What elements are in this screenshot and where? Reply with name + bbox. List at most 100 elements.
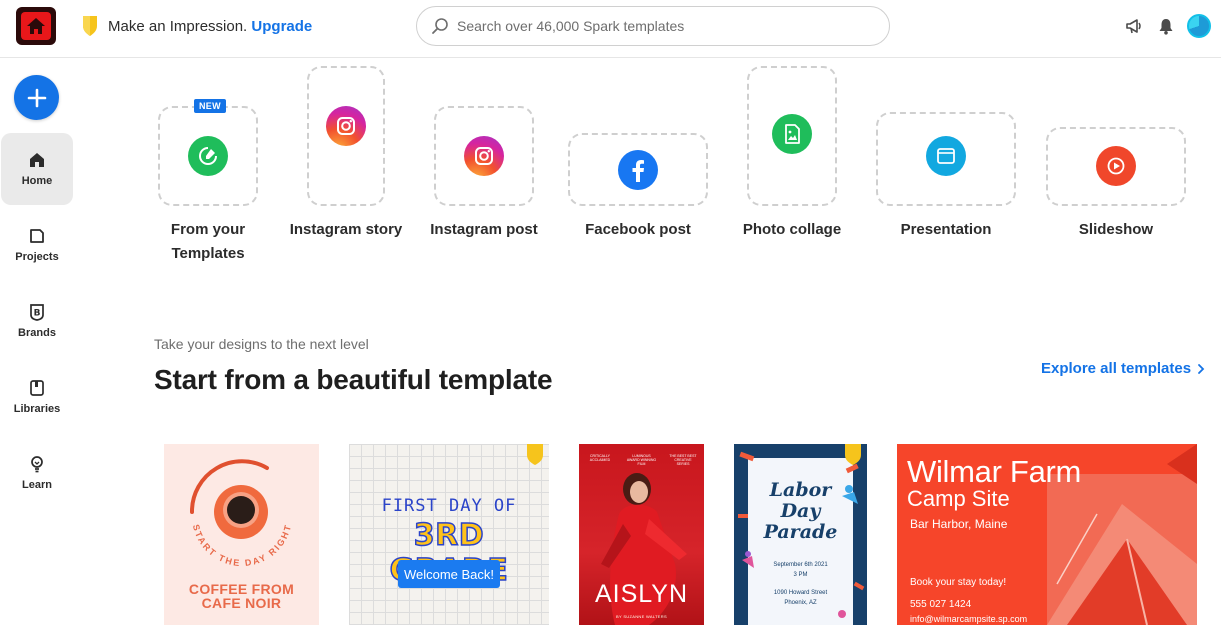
upgrade-link[interactable]: Upgrade [251,18,312,35]
megaphone-icon[interactable] [1123,15,1145,37]
sidebar-item-home[interactable]: Home [1,133,73,205]
premium-shield-icon [845,444,861,465]
labor-line: Day [780,500,821,522]
wilmar-email: info@wilmarcampsite.sp.com [910,614,1028,624]
wilmar-title1: Wilmar Farm [907,454,1082,489]
slideshow-icon [1096,145,1136,186]
quick-action-label: Instagram story [289,221,403,238]
search-icon [432,18,448,34]
create-button[interactable] [14,75,59,120]
quick-action-slideshow[interactable]: Slideshow [1046,127,1186,238]
explore-all-templates-link[interactable]: Explore all templates [1041,360,1205,377]
section-title: Start from a beautiful template [154,364,553,395]
labor-street-text: 1090 Howard Street [773,590,828,596]
labor-title: Labor Day Parade [734,480,867,543]
sidebar-item-learn[interactable]: Learn [1,437,73,509]
quick-action-instagram-post[interactable]: Instagram post [430,106,538,238]
aislyn-name: AISLYN [594,580,689,608]
sidebar: Home Projects B Brands Libraries Learn [0,58,74,625]
template-card-aislyn[interactable]: CRITICALLY ACCLAIMED LUMINOUS AWARD WINN… [579,444,704,625]
facebook-icon [618,149,658,190]
aislyn-byline: BY SUZANNE WALTERS [616,614,667,619]
sidebar-item-libraries[interactable]: Libraries [1,361,73,433]
wilmar-phone: 555 027 1424 [910,599,972,610]
quick-action-tile [568,133,708,206]
quick-action-label: From your Templates [158,218,258,266]
premium-shield-icon [527,444,543,465]
labor-datetime: September 6th 2021 3 PM [734,560,867,580]
grade-line1: FIRST DAY OF [381,496,517,516]
home-icon [30,153,44,167]
plus-icon [27,88,46,107]
template-card-grade[interactable]: FIRST DAY OF 3RD GRADE Welcome Back! [349,444,549,625]
chevron-right-icon [1198,363,1205,374]
quick-action-label-line: Templates [171,245,245,262]
labor-address: 1090 Howard Street Phoenix, AZ [734,588,867,608]
quick-action-tile [307,66,385,206]
quick-action-instagram-story[interactable]: Instagram story [290,66,402,238]
quick-action-presentation[interactable]: Presentation [876,112,1016,238]
quick-action-label: Presentation [900,221,992,238]
quick-action-label-line: From your [170,221,246,238]
quick-action-tile: NEW [158,99,258,206]
instagram-icon [326,106,366,146]
quick-action-tile [747,66,837,206]
sidebar-item-label: Home [21,175,53,187]
instagram-icon [464,136,504,176]
quick-action-tile [876,112,1016,206]
template-card-wilmar-farm[interactable]: Wilmar Farm Camp Site Bar Harbor, Maine … [897,444,1197,625]
quick-action-tile [1046,127,1186,206]
photo-collage-icon [772,114,812,154]
avatar[interactable] [1187,14,1211,38]
premium-shield-icon [83,16,97,36]
template-card-labor-day[interactable]: Labor Day Parade September 6th 2021 3 PM… [734,444,867,625]
sidebar-item-label: Libraries [13,403,61,415]
home-logo [21,12,51,40]
labor-city-text: Phoenix, AZ [784,600,817,606]
search-bar[interactable] [416,6,890,46]
quick-action-facebook-post[interactable]: Facebook post [568,133,708,238]
coffee-line: COFFEE FROM [188,581,295,597]
wilmar-booking: Book your stay today! [910,577,1007,588]
lightbulb-icon [31,456,43,473]
sidebar-item-label: Learn [22,479,52,491]
libraries-icon [30,380,44,396]
labor-line: Labor [769,479,832,501]
coffee-cup-illustration: START THE DAY RIGHT [189,459,291,568]
wilmar-title2: Camp Site [907,486,1010,511]
new-badge: NEW [194,99,226,113]
search-input[interactable] [457,18,857,34]
quick-action-tile [434,106,534,206]
explore-label: Explore all templates [1041,360,1192,377]
sidebar-item-label: Brands [18,327,56,339]
labor-line: Parade [763,521,838,543]
app-logo-icon[interactable] [16,7,56,45]
upgrade-promo: Make an Impression. Upgrade [108,18,312,35]
promo-text: Make an Impression. [108,18,248,35]
labor-date-text: September 6th 2021 [773,562,828,568]
sidebar-item-projects[interactable]: Projects [1,209,73,281]
wilmar-location: Bar Harbor, Maine [910,517,1008,531]
quick-action-label: Slideshow [1078,221,1154,238]
template-card-coffee[interactable]: START THE DAY RIGHT COFFEE FROM CAFE NOI… [164,444,319,625]
templates-icon [188,136,228,176]
sidebar-item-brands[interactable]: B Brands [1,285,73,357]
quick-action-label: Facebook post [585,221,691,238]
labor-time-text: 3 PM [793,572,808,578]
projects-icon [30,229,44,243]
coffee-title: COFFEE FROM CAFE NOIR [164,582,319,610]
top-right-icons [1123,14,1211,38]
coffee-line: CAFE NOIR [201,595,282,611]
quick-action-photo-collage[interactable]: Photo collage [743,66,841,238]
section-subtitle: Take your designs to the next level [154,336,369,352]
grade-welcome-badge: Welcome Back! [398,560,500,588]
quick-action-label: Instagram post [430,221,538,238]
bell-icon[interactable] [1155,15,1177,37]
svg-text:B: B [34,309,41,319]
brands-icon: B [30,304,44,321]
quick-action-from-templates[interactable]: NEW From your Templates [158,99,258,262]
top-bar: Make an Impression. Upgrade [0,0,1221,58]
quick-action-label: Photo collage [742,221,842,238]
presentation-icon [926,136,966,176]
sidebar-item-label: Projects [15,251,59,263]
